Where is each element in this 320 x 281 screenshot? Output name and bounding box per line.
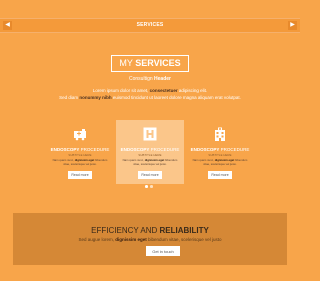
get-in-touch-button[interactable]: Get in touch: [146, 246, 180, 256]
card-subtitle: SUBTITLE HERE: [138, 153, 162, 157]
intro-line-2: Sed diam nonummy nibh euismod tincidunt …: [0, 95, 300, 100]
efficiency-band: EFFICIENCY AND RELIABILITY Sed augue lor…: [13, 213, 287, 265]
carousel-dots: [145, 185, 155, 188]
nav-title: SERVICES: [136, 22, 164, 28]
heading-light: MY: [119, 58, 133, 68]
card-subtitle: SUBTITLE HERE: [208, 153, 232, 157]
consult-subheading: Consultign Header: [0, 76, 300, 82]
card-description: Nam quam nunc, dignissim eget bibendum v…: [122, 158, 178, 166]
service-card[interactable]: ENDOSCOPY PROCEDURE SUBTITLE HERE Nam qu…: [186, 120, 254, 184]
carousel-dot[interactable]: [150, 185, 153, 188]
band-text: Sed augue lorem, dignissim eget bibendum…: [78, 237, 222, 242]
read-more-button[interactable]: Read more: [138, 171, 162, 179]
section-nav: ◀ SERVICES ▶: [0, 18, 300, 33]
intro-emphasis: consectetuer: [149, 88, 178, 93]
intro-line-1: Lorem ipsum dolor sit amet, consectetuer…: [0, 88, 300, 93]
service-card[interactable]: ENDOSCOPY PROCEDURE SUBTITLE HERE Nam qu…: [116, 120, 184, 184]
card-title: ENDOSCOPY PROCEDURE: [120, 147, 180, 152]
intro-text: euismod tincidunt ut laoreet dolore magn…: [112, 95, 241, 100]
ambulance-icon: [74, 129, 86, 141]
service-card[interactable]: ENDOSCOPY PROCEDURE SUBTITLE HERE Nam qu…: [46, 120, 114, 184]
card-subtitle: SUBTITLE HERE: [68, 153, 92, 157]
intro-emphasis: nonummy nibh: [79, 95, 112, 100]
card-description: Nam quam nunc, dignissim eget bibendum v…: [52, 158, 108, 166]
hospital-sign-icon: [143, 127, 157, 141]
read-more-button[interactable]: Read more: [68, 171, 92, 179]
intro-text: Lorem ipsum dolor sit amet,: [92, 88, 149, 93]
chevron-right-icon: ▶: [290, 22, 295, 28]
top-bar: [0, 0, 300, 11]
carousel-dot-active[interactable]: [145, 185, 148, 188]
hospital-building-icon: [215, 127, 225, 141]
card-description: Nam quam nunc, dignissim eget bibendum v…: [192, 158, 248, 166]
consult-bold: Header: [154, 76, 171, 82]
consult-light: Consultign: [129, 76, 153, 82]
card-title: ENDOSCOPY PROCEDURE: [50, 147, 110, 152]
next-section-button[interactable]: ▶: [288, 21, 297, 30]
section-heading: MY SERVICES: [111, 55, 189, 72]
intro-text: adipiscing elit.: [178, 88, 208, 93]
card-title: ENDOSCOPY PROCEDURE: [190, 147, 250, 152]
band-title: EFFICIENCY AND RELIABILITY: [91, 226, 209, 235]
read-more-button[interactable]: Read more: [208, 171, 232, 179]
heading-bold: SERVICES: [135, 58, 181, 68]
intro-text: Sed diam: [59, 95, 79, 100]
